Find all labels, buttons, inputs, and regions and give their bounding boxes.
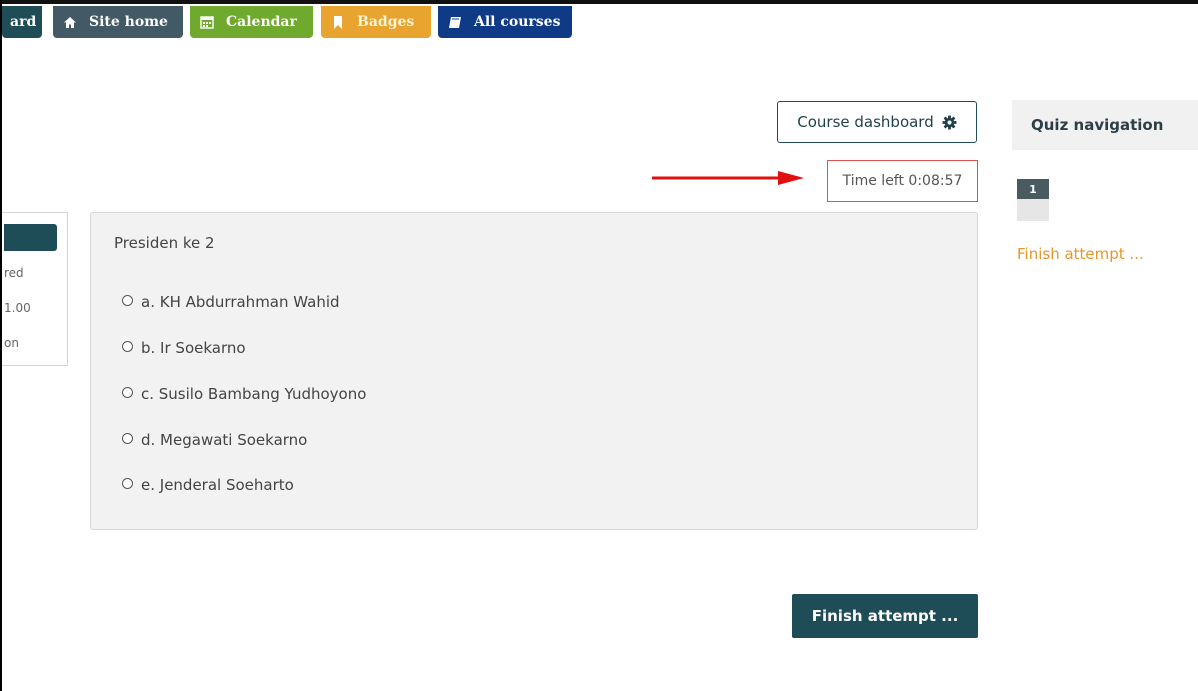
answer-option-e[interactable]: e. Jenderal Soeharto <box>122 474 294 496</box>
calendar-icon <box>200 15 214 29</box>
radio-button[interactable] <box>122 432 133 444</box>
radio-button[interactable] <box>122 477 133 489</box>
course-dashboard-label: Course dashboard <box>797 113 934 131</box>
answer-label: d. Megawati Soekarno <box>141 431 308 449</box>
radio-button[interactable] <box>122 294 133 306</box>
nav-all-courses-link[interactable]: All courses <box>438 6 572 38</box>
radio-button[interactable] <box>122 386 133 398</box>
answer-option-b[interactable]: b. Ir Soekarno <box>122 337 246 359</box>
window-top-border <box>2 0 1198 4</box>
answer-label: a. KH Abdurrahman Wahid <box>141 293 340 311</box>
quiz-navigation-title: Quiz navigation <box>1031 116 1164 134</box>
nav-all-courses-label: All courses <box>474 14 561 30</box>
question-number-bar <box>4 224 57 251</box>
nav-calendar-link[interactable]: Calendar <box>190 6 313 38</box>
question-mark-text: 1.00 <box>4 301 31 315</box>
red-arrow-annotation <box>652 171 804 185</box>
question-status-text: red <box>4 266 24 280</box>
answer-label: b. Ir Soekarno <box>141 339 246 357</box>
home-icon <box>63 15 77 29</box>
question-info-box: red 1.00 on <box>2 212 68 366</box>
answer-option-c[interactable]: c. Susilo Bambang Yudhoyono <box>122 383 366 405</box>
time-left-timer: Time left 0:08:57 <box>827 160 978 202</box>
gear-icon <box>942 114 957 130</box>
nav-calendar-label: Calendar <box>226 14 297 30</box>
timer-text: Time left 0:08:57 <box>842 173 963 189</box>
answer-option-a[interactable]: a. KH Abdurrahman Wahid <box>122 291 340 313</box>
quiz-nav-question-number: 1 <box>1017 179 1049 199</box>
question-text: Presiden ke 2 <box>114 234 215 252</box>
answer-label: e. Jenderal Soeharto <box>141 476 294 494</box>
nav-dashboard-label: ard <box>10 14 37 30</box>
course-dashboard-button[interactable]: Course dashboard <box>777 101 977 143</box>
nav-badges-link[interactable]: Badges <box>321 6 431 38</box>
bookmark-icon <box>331 15 345 29</box>
answer-option-d[interactable]: d. Megawati Soekarno <box>122 429 307 451</box>
nav-site-home-link[interactable]: Site home <box>53 6 183 38</box>
book-icon <box>448 15 462 29</box>
answer-label: c. Susilo Bambang Yudhoyono <box>141 385 367 403</box>
quiz-navigation-header: Quiz navigation <box>1012 100 1198 150</box>
quiz-nav-question-state <box>1017 199 1049 221</box>
quiz-nav-question-button[interactable]: 1 <box>1017 179 1049 221</box>
quiz-nav-finish-attempt-link[interactable]: Finish attempt ... <box>1017 245 1144 263</box>
finish-attempt-button[interactable]: Finish attempt ... <box>792 594 978 638</box>
question-box: Presiden ke 2 a. KH Abdurrahman Wahid b.… <box>90 212 978 530</box>
radio-button[interactable] <box>122 340 133 352</box>
nav-badges-label: Badges <box>357 14 415 30</box>
nav-dashboard-link[interactable]: ard <box>2 6 42 38</box>
nav-site-home-label: Site home <box>89 14 168 30</box>
flag-question-link[interactable]: on <box>4 336 19 350</box>
